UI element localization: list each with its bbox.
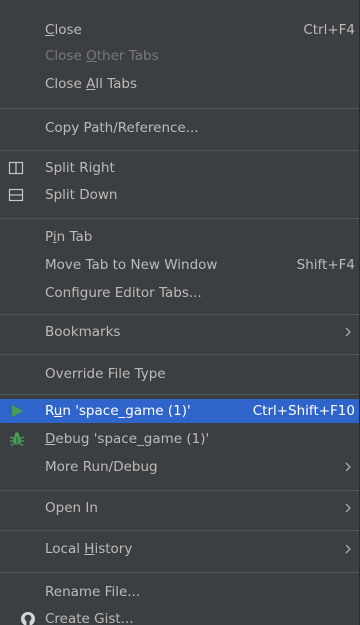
separator <box>0 150 359 151</box>
github-icon <box>21 612 35 625</box>
mnemonic-history: H <box>84 541 95 557</box>
menu-item-split-right[interactable]: Split Right <box>0 156 359 180</box>
separator <box>0 354 359 355</box>
chevron-right-icon <box>345 544 351 554</box>
split-down-icon <box>8 188 24 202</box>
chevron-right-icon <box>345 462 351 472</box>
menu-item-rename-file[interactable]: Rename File... <box>0 580 359 604</box>
debug-bug-icon <box>9 432 25 447</box>
menu-item-close-other-tabs[interactable]: Close Other Tabs <box>0 44 359 68</box>
separator <box>0 530 359 531</box>
menu-item-move-tab-new-window[interactable]: Move Tab to New Window Shift+F4 <box>0 253 359 277</box>
separator <box>0 394 359 395</box>
mnemonic-debug: D <box>45 431 56 447</box>
menu-item-override-file-type[interactable]: Override File Type <box>0 362 359 386</box>
separator <box>0 108 359 109</box>
shortcut-move-tab: Shift+F4 <box>296 257 355 273</box>
menu-item-more-run-debug[interactable]: More Run/Debug <box>0 455 359 479</box>
run-play-icon <box>12 405 23 417</box>
separator <box>0 490 359 491</box>
separator <box>0 314 359 315</box>
menu-item-create-gist[interactable]: Create Gist... <box>0 607 359 625</box>
menu-item-close[interactable]: Close Ctrl+F4 <box>0 18 359 42</box>
menu-item-copy-path-reference[interactable]: Copy Path/Reference... <box>0 116 359 140</box>
split-right-icon <box>8 161 24 175</box>
editor-tab-context-menu: Close Ctrl+F4 Close Other Tabs Close All… <box>0 0 360 625</box>
shortcut-run: Ctrl+Shift+F10 <box>252 403 355 419</box>
separator <box>0 218 359 219</box>
mnemonic-close-all: A <box>86 76 96 92</box>
menu-item-open-in[interactable]: Open In <box>0 496 359 520</box>
separator <box>0 572 359 573</box>
shortcut-close: Ctrl+F4 <box>303 22 355 38</box>
menu-item-split-down[interactable]: Split Down <box>0 183 359 207</box>
menu-item-close-all-tabs[interactable]: Close All Tabs <box>0 72 359 96</box>
chevron-right-icon <box>345 503 351 513</box>
menu-item-local-history[interactable]: Local History <box>0 537 359 561</box>
menu-item-bookmarks[interactable]: Bookmarks <box>0 320 359 344</box>
menu-item-configure-editor-tabs[interactable]: Configure Editor Tabs... <box>0 281 359 305</box>
mnemonic-close-other: O <box>86 48 97 64</box>
chevron-right-icon <box>345 327 351 337</box>
menu-item-debug[interactable]: Debug 'space_game (1)' <box>0 427 359 451</box>
menu-item-pin-tab[interactable]: Pin Tab <box>0 225 359 249</box>
menu-item-run[interactable]: Run 'space_game (1)' Ctrl+Shift+F10 <box>0 399 359 423</box>
